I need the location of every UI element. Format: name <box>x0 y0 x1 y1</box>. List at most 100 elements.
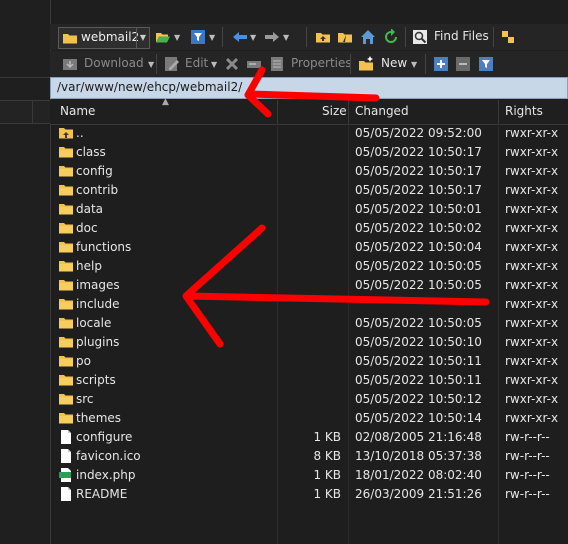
file-row[interactable]: po 05/05/2022 10:50:11 rwxr-xr-x <box>50 352 568 371</box>
column-divider[interactable] <box>348 100 349 124</box>
toolbar-separator <box>405 27 406 47</box>
file-rights: rwxr-xr-x <box>505 278 559 292</box>
folder-up-icon <box>59 128 73 139</box>
rename-icon[interactable] <box>246 56 262 72</box>
open-folder-icon[interactable] <box>155 29 171 45</box>
path-bar[interactable]: /var/www/new/ehcp/webmail2/ <box>50 77 568 99</box>
column-divider[interactable] <box>277 100 278 124</box>
edit-button[interactable]: Edit <box>185 56 208 70</box>
folder-icon <box>59 223 73 234</box>
root-folder-icon[interactable] <box>337 29 353 45</box>
file-row[interactable]: functions 05/05/2022 10:50:04 rwxr-xr-x <box>50 238 568 257</box>
download-button[interactable]: Download <box>84 56 144 70</box>
file-row[interactable]: plugins 05/05/2022 10:50:10 rwxr-xr-x <box>50 333 568 352</box>
new-button[interactable]: New <box>381 56 407 70</box>
file-rights: rwxr-xr-x <box>505 164 559 178</box>
file-name: scripts <box>76 373 116 387</box>
left-path-bar <box>0 77 50 99</box>
download-icon[interactable] <box>62 56 78 72</box>
expand-plus-icon[interactable] <box>433 56 449 72</box>
file-changed: 05/05/2022 10:50:10 <box>355 335 482 349</box>
home-icon[interactable] <box>360 29 376 45</box>
column-changed[interactable]: Changed <box>355 104 409 118</box>
file-name: contrib <box>76 183 119 197</box>
folder-icon <box>59 413 73 424</box>
column-name[interactable]: Name <box>60 104 95 118</box>
chevron-down-icon[interactable]: ▼ <box>283 33 289 42</box>
file-row[interactable]: scripts 05/05/2022 10:50:11 rwxr-xr-x <box>50 371 568 390</box>
file-row[interactable]: images 05/05/2022 10:50:05 rwxr-xr-x <box>50 276 568 295</box>
file-row[interactable]: .. 05/05/2022 09:52:00 rwxr-xr-x <box>50 124 568 143</box>
folder-icon <box>59 242 73 253</box>
chevron-down-icon[interactable]: ▼ <box>211 60 217 69</box>
edit-icon[interactable] <box>164 56 180 72</box>
file-name: README <box>76 487 128 501</box>
file-changed: 05/05/2022 10:50:14 <box>355 411 482 425</box>
file-row[interactable]: doc 05/05/2022 10:50:02 rwxr-xr-x <box>50 219 568 238</box>
find-files-button[interactable]: Find Files <box>434 29 489 43</box>
filter-mask-icon[interactable] <box>478 56 494 72</box>
folder-icon <box>59 147 73 158</box>
current-path: /var/www/new/ehcp/webmail2/ <box>57 80 243 94</box>
file-row[interactable]: contrib 05/05/2022 10:50:17 rwxr-xr-x <box>50 181 568 200</box>
toolbar-separator <box>493 27 494 47</box>
properties-icon[interactable] <box>269 56 285 72</box>
refresh-icon[interactable] <box>383 29 399 45</box>
file-row[interactable]: src 05/05/2022 10:50:12 rwxr-xr-x <box>50 390 568 409</box>
toolbar-top: webmail2 ▼ ▼ ▼ ▼ ▼ Find Files <box>50 24 568 50</box>
folder-icon <box>59 185 73 196</box>
find-files-icon[interactable] <box>412 29 428 45</box>
column-divider[interactable] <box>498 100 499 124</box>
file-row[interactable]: include rwxr-xr-x <box>50 295 568 314</box>
file-name: config <box>76 164 113 178</box>
file-row[interactable]: themes 05/05/2022 10:50:14 rwxr-xr-x <box>50 409 568 428</box>
new-icon[interactable] <box>358 56 374 72</box>
folder-icon <box>63 34 77 44</box>
file-rights: rwxr-xr-x <box>505 297 559 311</box>
delete-icon[interactable] <box>224 56 240 72</box>
column-size[interactable]: Size <box>322 104 347 118</box>
file-row[interactable]: locale 05/05/2022 10:50:05 rwxr-xr-x <box>50 314 568 333</box>
file-name: po <box>76 354 91 368</box>
chevron-down-icon[interactable]: ▼ <box>148 60 154 69</box>
column-rights[interactable]: Rights <box>505 104 543 118</box>
file-row[interactable]: help 05/05/2022 10:50:05 rwxr-xr-x <box>50 257 568 276</box>
file-name: functions <box>76 240 132 254</box>
file-rights: rwxr-xr-x <box>505 145 559 159</box>
site-combo[interactable]: webmail2 ▼ <box>58 27 150 49</box>
file-row[interactable]: configure 1 KB 02/08/2005 21:16:48 rw-r--r-… <box>50 428 568 447</box>
toolbar-separator <box>156 54 157 74</box>
file-row[interactable]: config 05/05/2022 10:50:17 rwxr-xr-x <box>50 162 568 181</box>
toolbar-separator <box>350 54 351 74</box>
file-rights: rwxr-xr-x <box>505 126 559 140</box>
file-changed: 05/05/2022 10:50:02 <box>355 221 482 235</box>
file-row[interactable]: favicon.ico 8 KB 13/10/2018 05:37:38 rw-r--… <box>50 447 568 466</box>
file-size: 1 KB <box>313 468 341 482</box>
file-changed: 05/05/2022 10:50:12 <box>355 392 482 406</box>
toolbar-separator <box>222 27 223 47</box>
chevron-down-icon[interactable]: ▼ <box>411 60 417 69</box>
chevron-down-icon[interactable]: ▼ <box>250 33 256 42</box>
chevron-down-icon[interactable]: ▼ <box>174 33 180 42</box>
file-row[interactable]: data 05/05/2022 10:50:01 rwxr-xr-x <box>50 200 568 219</box>
file-row[interactable]: index.php 1 KB 18/01/2022 08:02:40 rw-r--r-… <box>50 466 568 485</box>
file-row[interactable]: class 05/05/2022 10:50:17 rwxr-xr-x <box>50 143 568 162</box>
back-arrow-icon[interactable] <box>232 29 248 45</box>
file-name: images <box>76 278 120 292</box>
file-name: locale <box>76 316 112 330</box>
filter-icon[interactable] <box>190 29 206 45</box>
collapse-minus-icon[interactable] <box>455 56 471 72</box>
file-row[interactable]: README 1 KB 26/03/2009 21:51:26 rw-r--r-- <box>50 485 568 504</box>
chevron-down-icon[interactable]: ▼ <box>136 28 149 48</box>
chevron-down-icon[interactable]: ▼ <box>209 33 215 42</box>
file-rights: rw-r--r-- <box>505 487 550 501</box>
properties-button[interactable]: Properties <box>291 56 352 70</box>
file-changed: 05/05/2022 10:50:01 <box>355 202 482 216</box>
file-rights: rw-r--r-- <box>505 468 550 482</box>
toolbar-actions: Download ▼ Edit ▼ Properties New ▼ <box>50 51 568 77</box>
queue-icon[interactable] <box>500 29 516 45</box>
file-name: data <box>76 202 104 216</box>
file-changed: 05/05/2022 10:50:04 <box>355 240 482 254</box>
parent-folder-icon[interactable] <box>315 29 331 45</box>
forward-arrow-icon[interactable] <box>264 29 280 45</box>
